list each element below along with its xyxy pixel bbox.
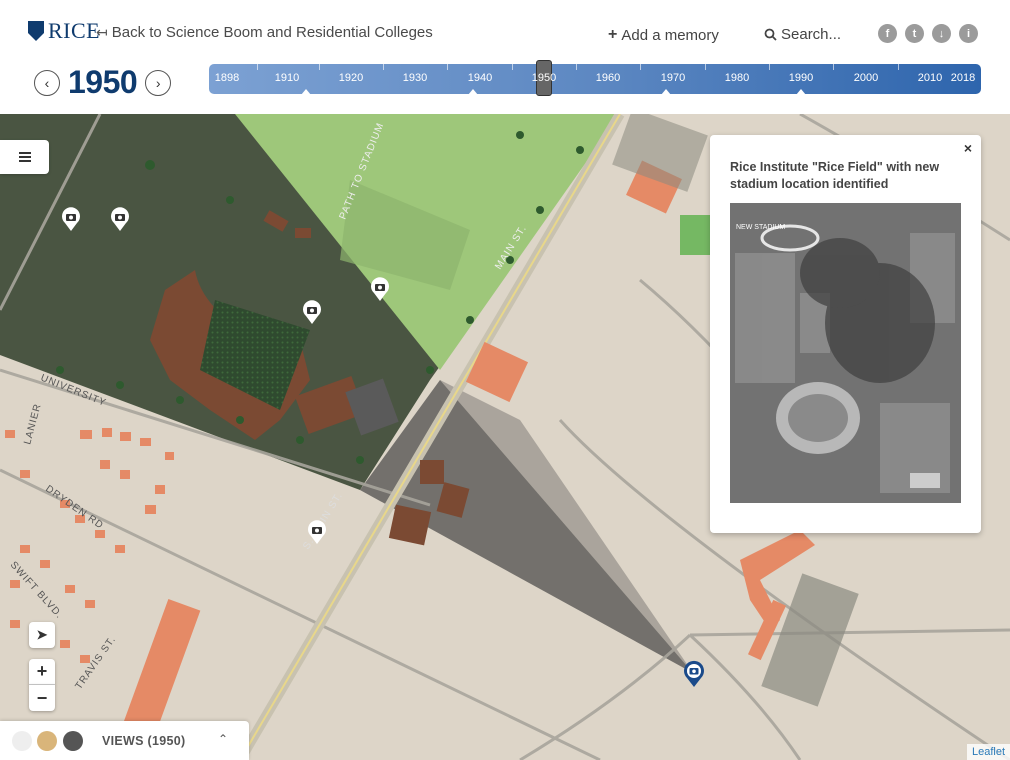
list-icon [18, 150, 31, 164]
timeline-tick-mark [383, 64, 384, 70]
camera-marker[interactable] [60, 206, 82, 232]
popup-title: Rice Institute "Rice Field" with new sta… [730, 160, 940, 191]
timeline-tick-mark [319, 64, 320, 70]
add-memory-label: Add a memory [621, 26, 719, 44]
timeline-event-indicator [301, 89, 311, 95]
twitter-icon[interactable]: t [905, 24, 924, 43]
timeline-tick-mark [576, 64, 577, 70]
timeline-event-indicator [468, 89, 478, 95]
year-nav: ‹ 1950 › [34, 64, 172, 101]
timeline-tick-label[interactable]: 1950 [532, 72, 556, 84]
timeline-tick-mark [257, 64, 258, 70]
camera-marker[interactable] [109, 206, 131, 232]
search-placeholder: Search... [781, 26, 842, 43]
location-arrow-icon: ➤ [36, 627, 48, 642]
camera-marker[interactable] [301, 299, 323, 325]
aerial-photo-image: NEW STADIUM [730, 203, 961, 503]
timeline-tick-label[interactable]: 1898 [215, 72, 239, 84]
add-memory-button[interactable]: + Add a memory [608, 26, 719, 44]
app: RICE ↤ Back to Science Boom and Resident… [0, 0, 1010, 760]
photo-popup: × Rice Institute "Rice Field" with new s… [710, 135, 981, 533]
chevron-up-icon[interactable]: ⌃ [218, 732, 228, 746]
rice-shield-icon [28, 21, 44, 41]
camera-marker[interactable] [369, 276, 391, 302]
timeline-tick-label[interactable]: 1920 [339, 72, 363, 84]
timeline-tick-label[interactable]: 1970 [661, 72, 685, 84]
photo-thumbnail-icon[interactable] [63, 731, 83, 751]
prev-year-button[interactable]: ‹ [34, 69, 60, 96]
timeline-tick-label[interactable]: 2000 [854, 72, 878, 84]
popup-photo[interactable]: NEW STADIUM [730, 203, 961, 503]
info-icon[interactable]: i [959, 24, 978, 43]
timeline-tick-mark [640, 64, 641, 70]
timeline-slider[interactable]: 1898 1910 1920 1930 1940 1950 1960 1970 1980 1990… [209, 60, 981, 96]
rice-logo[interactable]: RICE [28, 18, 100, 44]
logo-wordmark: RICE [48, 18, 101, 43]
timeline-tick-label[interactable]: 1990 [789, 72, 813, 84]
next-year-button[interactable]: › [145, 69, 172, 96]
popup-close-button[interactable]: × [964, 140, 972, 156]
locate-button[interactable]: ➤ [29, 622, 55, 648]
camera-marker-active[interactable] [682, 660, 706, 688]
timeline-event-indicator [661, 89, 671, 95]
timeline-tick-mark [512, 64, 513, 70]
cloud-icon[interactable] [12, 731, 32, 751]
timeline-tick-label[interactable]: 1910 [275, 72, 299, 84]
timeline-tick-label[interactable]: 1960 [596, 72, 620, 84]
timeline-tick-label[interactable]: 1930 [403, 72, 427, 84]
timeline-tick-mark [705, 64, 706, 70]
search-icon [764, 28, 777, 41]
back-link-label: Back to Science Boom and Residential Col… [111, 24, 433, 41]
timeline-tick-mark [898, 64, 899, 70]
timeline-tick-mark [447, 64, 448, 70]
camera-marker[interactable] [306, 519, 328, 545]
timeline-tick-label[interactable]: 1980 [725, 72, 749, 84]
layer-list-button[interactable] [0, 140, 49, 174]
social-links: f t ↓ i [878, 24, 978, 43]
zoom-in-button[interactable]: + [29, 659, 55, 685]
timeline-tick-mark [833, 64, 834, 70]
back-arrow-icon: ↤ [96, 24, 108, 40]
search-input[interactable]: Search... [764, 26, 841, 43]
current-year: 1950 [68, 64, 138, 100]
download-icon[interactable]: ↓ [932, 24, 951, 43]
views-bar[interactable]: VIEWS (1950) ⌃ [0, 721, 249, 760]
zoom-out-button[interactable]: − [29, 685, 55, 711]
map-thumbnail-icon[interactable] [37, 731, 57, 751]
photo-label: NEW STADIUM [736, 224, 785, 231]
views-label: VIEWS (1950) [102, 734, 186, 748]
timeline-tick-label[interactable]: 1940 [468, 72, 492, 84]
attribution-link[interactable]: Leaflet [966, 744, 1010, 760]
timeline-tick-mark [769, 64, 770, 70]
facebook-icon[interactable]: f [878, 24, 897, 43]
back-link[interactable]: ↤ Back to Science Boom and Residential C… [96, 24, 433, 41]
timeline-tick-label[interactable]: 2018 [951, 72, 975, 84]
header: RICE ↤ Back to Science Boom and Resident… [0, 0, 1010, 114]
timeline-tick-label[interactable]: 2010 [918, 72, 942, 84]
plus-icon: + [608, 26, 618, 43]
timeline-event-indicator [796, 89, 806, 95]
